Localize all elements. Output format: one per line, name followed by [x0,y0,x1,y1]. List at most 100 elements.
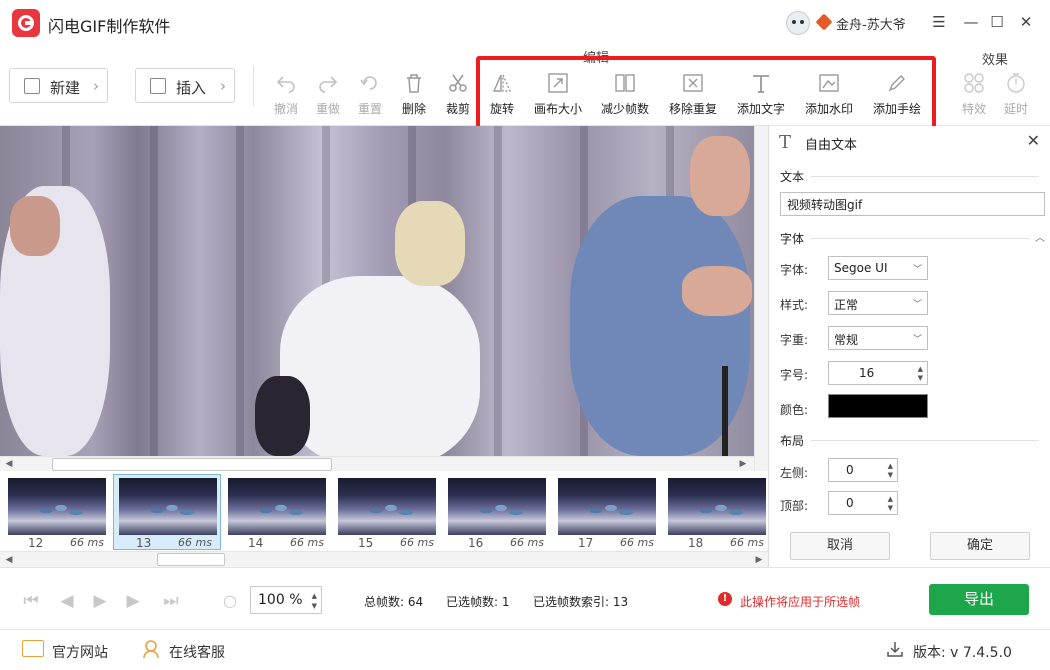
arrow-down-icon[interactable]: ▼ [918,374,923,382]
frame-image [558,478,656,535]
frame-thumbnail[interactable]: 14 66 ms [222,474,330,550]
arrow-down-icon[interactable]: ▼ [888,471,893,479]
frame-image [119,478,217,535]
divider [811,238,1029,239]
left-stepper[interactable]: 0 ▲ ▼ [828,458,898,482]
export-button[interactable]: 导出 [929,584,1029,615]
chevron-up-icon[interactable]: ︿ [1035,229,1045,244]
weight-select[interactable]: 常规 ﹀ [828,326,928,350]
frame-image [8,478,106,535]
top-stepper[interactable]: 0 ▲ ▼ [828,491,898,515]
arrow-up-icon[interactable]: ▲ [888,495,893,503]
chevron-down-icon: ﹀ [912,300,922,310]
user-name[interactable]: 金舟-苏大爷 [836,14,906,33]
version-text: 版本: v 7.4.5.0 [913,645,1012,661]
divider [811,176,1039,177]
frame-image [228,478,326,535]
scroll-thumb[interactable] [157,553,225,566]
frame-thumbnail[interactable]: 18 66 ms [662,474,770,550]
download-icon [886,640,904,658]
zoom-unit: % [289,592,303,608]
scroll-right-icon[interactable]: ▶ [736,457,750,471]
color-swatch[interactable] [828,394,928,418]
color-label: 颜色: [780,403,809,417]
delay-label: 延时 [1003,102,1028,116]
scroll-right-icon[interactable]: ▶ [752,553,766,567]
text-input[interactable]: 视频转动图gif [780,192,1045,216]
preview-horizontal-scrollbar[interactable]: ◀ ▶ [0,456,754,471]
curtain-stripe [494,126,502,456]
insert-button[interactable]: 插入 › [135,68,235,103]
minimize-button[interactable]: — [961,12,981,32]
preview-vertical-scrollbar[interactable] [754,126,768,471]
dancer-figure [255,376,310,456]
online-support-link[interactable]: 在线客服 [169,642,225,662]
weight-value: 常规 [834,333,859,347]
arrow-up-icon[interactable]: ▲ [918,365,923,373]
headset-icon [142,639,159,659]
next-frame-icon[interactable]: ▶ [122,590,144,612]
redo-icon [317,72,339,94]
top-label: 顶部: [780,499,809,513]
zoom-value: 100 [258,592,285,608]
frame-duration: 66 ms [70,536,104,549]
zoom-stepper[interactable]: 100 % ▲ ▼ [250,586,322,614]
toolbar-divider [253,66,254,106]
frame-image [668,478,766,535]
style-value: 正常 [834,298,859,312]
size-stepper[interactable]: 16 ▲ ▼ [828,361,928,385]
frame-number: 18 [688,536,704,550]
arrow-down-icon[interactable]: ▼ [888,504,893,512]
frame-duration: 66 ms [178,536,212,549]
delay-button[interactable]: 延时 [990,72,1042,117]
close-icon[interactable]: ✕ [1027,131,1040,150]
left-label: 左侧: [780,466,809,480]
monitor-icon [22,640,44,657]
font-label: 字体: [780,263,809,277]
effect-group-label: 效果 [982,53,1009,68]
warning-text: 此操作将应用于所选帧 [740,595,861,609]
frame-thumbnail[interactable]: 17 66 ms [552,474,660,550]
curtain-stripe [236,126,244,456]
style-select[interactable]: 正常 ﹀ [828,291,928,315]
user-avatar[interactable] [786,11,810,35]
top-value: 0 [846,496,854,510]
first-frame-icon[interactable]: ⏮ [20,590,42,612]
gif-preview-canvas[interactable] [0,126,768,456]
new-button[interactable]: 新建 › [9,68,108,103]
play-icon[interactable]: ▶ [89,590,111,612]
frame-thumbnail-selected[interactable]: 13 66 ms [113,474,221,550]
menu-icon[interactable]: ☰ [929,12,949,32]
frame-thumbnail[interactable]: 15 66 ms [332,474,440,550]
frame-duration: 66 ms [620,536,654,549]
frame-duration: 66 ms [510,536,544,549]
frame-strip-scrollbar[interactable]: ◀ ▶ [0,551,768,567]
highlight-box [476,56,936,130]
app-logo-icon [12,9,40,37]
close-button[interactable]: ✕ [1016,12,1036,32]
last-frame-icon[interactable]: ⏭ [160,590,182,612]
weight-label: 字重: [780,333,809,347]
selected-frames: 已选帧数: 1 [446,595,510,609]
scroll-thumb[interactable] [52,458,332,471]
font-select[interactable]: Segoe UI ﹀ [828,256,928,280]
insert-icon [150,78,166,94]
dancer-midriff [682,266,752,316]
arrow-down-icon[interactable]: ▼ [312,602,317,610]
reset-icon [359,72,381,94]
previous-frame-icon[interactable]: ◀ [56,590,78,612]
arrow-up-icon[interactable]: ▲ [888,462,893,470]
undo-label: 撤消 [273,102,298,116]
maximize-button[interactable]: ☐ [987,12,1007,32]
frame-number: 13 [136,536,152,550]
official-website-link[interactable]: 官方网站 [52,642,108,662]
arrow-up-icon[interactable]: ▲ [312,592,317,600]
cancel-button[interactable]: 取消 [790,532,890,560]
scroll-left-icon[interactable]: ◀ [2,553,16,567]
frame-duration: 66 ms [730,536,764,549]
frame-thumbnail[interactable]: 12 66 ms [2,474,110,550]
total-frames: 总帧数: 64 [364,595,424,609]
scroll-left-icon[interactable]: ◀ [2,457,16,471]
frame-thumbnail[interactable]: 16 66 ms [442,474,550,550]
confirm-button[interactable]: 确定 [930,532,1030,560]
